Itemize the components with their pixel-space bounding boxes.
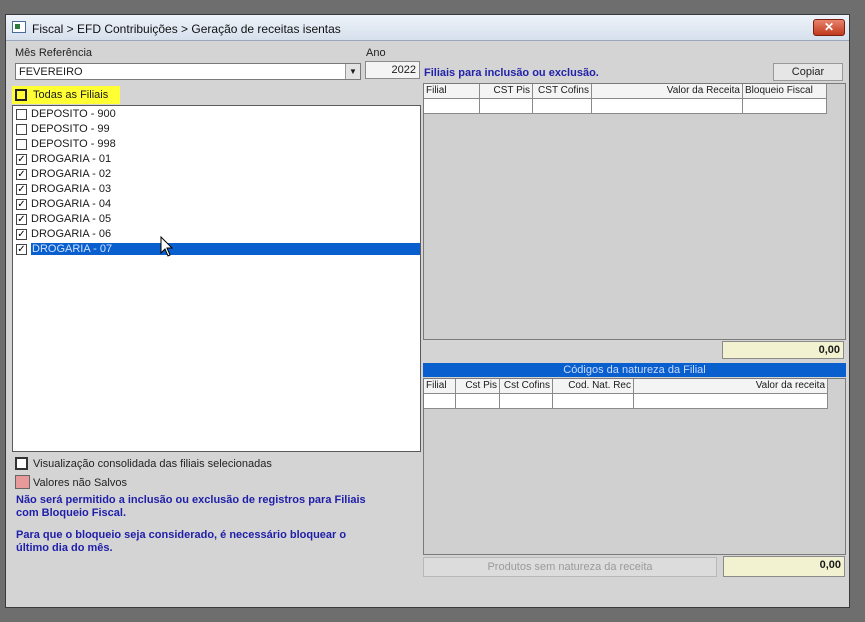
todas-filiais-label: Todas as Filiais [33, 89, 109, 101]
col-filial[interactable]: Filial [424, 84, 480, 99]
cell[interactable] [634, 394, 828, 409]
visualizacao-label: Visualização consolidada das filiais sel… [33, 458, 272, 470]
window-title: Fiscal > EFD Contribuições > Geração de … [32, 22, 341, 36]
cell[interactable] [424, 394, 456, 409]
col-nat-cst-cofins[interactable]: Cst Cofins [500, 379, 553, 394]
cell[interactable] [500, 394, 553, 409]
valores-nao-salvos-label: Valores não Salvos [33, 477, 127, 489]
filial-label: DROGARIA - 02 [31, 168, 112, 180]
cell[interactable] [456, 394, 500, 409]
filial-checkbox[interactable] [16, 139, 27, 150]
natureza-grid[interactable]: Filial Cst Pis Cst Cofins Cod. Nat. Rec … [423, 378, 846, 555]
list-item[interactable]: DEPOSITO - 900 [13, 107, 420, 122]
todas-filiais-box[interactable] [15, 89, 27, 101]
table-row[interactable] [424, 99, 827, 114]
filial-checkbox[interactable] [16, 109, 27, 120]
todas-filiais-checkbox[interactable]: Todas as Filiais [12, 86, 120, 104]
filial-checkbox[interactable] [16, 124, 27, 135]
natureza-total: 0,00 [723, 556, 845, 577]
list-item[interactable]: DEPOSITO - 998 [13, 137, 420, 152]
filial-label: DROGARIA - 07 [31, 243, 420, 255]
col-nat-valor-receita[interactable]: Valor da receita [634, 379, 828, 394]
list-item[interactable]: ✓ DROGARIA - 04 [13, 197, 420, 212]
mes-referencia-label: Mês Referência [15, 47, 93, 59]
close-button[interactable]: ✕ [813, 19, 845, 36]
filial-label: DROGARIA - 05 [31, 213, 112, 225]
mes-referencia-value: FEVEREIRO [19, 66, 83, 78]
filiais-list[interactable]: DEPOSITO - 900 DEPOSITO - 99 DEPOSITO - 99… [12, 105, 421, 452]
visualizacao-checkbox[interactable] [15, 457, 28, 470]
col-nat-cod-nat-rec[interactable]: Cod. Nat. Rec [553, 379, 634, 394]
filial-label: DEPOSITO - 998 [31, 138, 116, 150]
filial-checkbox[interactable]: ✓ [16, 154, 27, 165]
chevron-down-icon[interactable]: ▼ [345, 64, 360, 79]
filial-checkbox[interactable]: ✓ [16, 199, 27, 210]
cell[interactable] [480, 99, 533, 114]
list-item[interactable]: ✓ DROGARIA - 01 [13, 152, 420, 167]
list-item[interactable]: ✓ DROGARIA - 02 [13, 167, 420, 182]
filial-label: DEPOSITO - 99 [31, 123, 110, 135]
filial-checkbox[interactable]: ✓ [16, 244, 27, 255]
list-item[interactable]: ✓ DROGARIA - 05 [13, 212, 420, 227]
filial-label: DROGARIA - 04 [31, 198, 112, 210]
list-item[interactable]: ✓ DROGARIA - 06 [13, 227, 420, 242]
filial-label: DROGARIA - 03 [31, 183, 112, 195]
produtos-sem-natureza-button[interactable]: Produtos sem natureza da receita [423, 557, 717, 577]
natureza-grid-title: Códigos da natureza da Filial [423, 363, 846, 377]
window: Fiscal > EFD Contribuições > Geração de … [5, 14, 850, 608]
ano-input[interactable]: 2022 [365, 61, 420, 79]
filial-checkbox[interactable]: ✓ [16, 169, 27, 180]
filial-checkbox[interactable]: ✓ [16, 229, 27, 240]
col-nat-cst-pis[interactable]: Cst Pis [456, 379, 500, 394]
title-bar: Fiscal > EFD Contribuições > Geração de … [6, 15, 849, 41]
filiais-total: 0,00 [722, 341, 844, 359]
col-bloqueio-fiscal[interactable]: Bloqueio Fiscal [743, 84, 827, 99]
cell[interactable] [743, 99, 827, 114]
info-bloqueio-fiscal: Não será permitido a inclusão ou exclusã… [16, 494, 366, 519]
filial-label: DROGARIA - 01 [31, 153, 112, 165]
filiais-grid-title: Filiais para inclusão ou exclusão. [424, 67, 599, 79]
mes-referencia-select[interactable]: FEVEREIRO ▼ [15, 63, 361, 80]
copiar-button[interactable]: Copiar [773, 63, 843, 81]
cell[interactable] [592, 99, 743, 114]
ano-label: Ano [366, 47, 386, 59]
valores-nao-salvos-swatch [15, 475, 30, 489]
col-valor-receita[interactable]: Valor da Receita [592, 84, 743, 99]
filiais-grid-header: Filial CST Pis CST Cofins Valor da Recei… [424, 84, 827, 99]
filial-checkbox[interactable]: ✓ [16, 184, 27, 195]
col-cst-cofins[interactable]: CST Cofins [533, 84, 592, 99]
cell[interactable] [553, 394, 634, 409]
col-cst-pis[interactable]: CST Pis [480, 84, 533, 99]
list-item[interactable]: ✓ DROGARIA - 07 [13, 242, 420, 257]
filial-label: DROGARIA - 06 [31, 228, 112, 240]
cell[interactable] [424, 99, 480, 114]
filial-label: DEPOSITO - 900 [31, 108, 116, 120]
filial-checkbox[interactable]: ✓ [16, 214, 27, 225]
table-row[interactable] [424, 394, 828, 409]
list-item[interactable]: ✓ DROGARIA - 03 [13, 182, 420, 197]
mouse-cursor-icon [160, 236, 174, 257]
cell[interactable] [533, 99, 592, 114]
info-ultimo-dia: Para que o bloqueio seja considerado, é … [16, 529, 347, 554]
filiais-grid[interactable]: Filial CST Pis CST Cofins Valor da Recei… [423, 83, 846, 340]
natureza-grid-header: Filial Cst Pis Cst Cofins Cod. Nat. Rec … [424, 379, 828, 394]
col-nat-filial[interactable]: Filial [424, 379, 456, 394]
list-item[interactable]: DEPOSITO - 99 [13, 122, 420, 137]
app-icon [12, 21, 26, 33]
